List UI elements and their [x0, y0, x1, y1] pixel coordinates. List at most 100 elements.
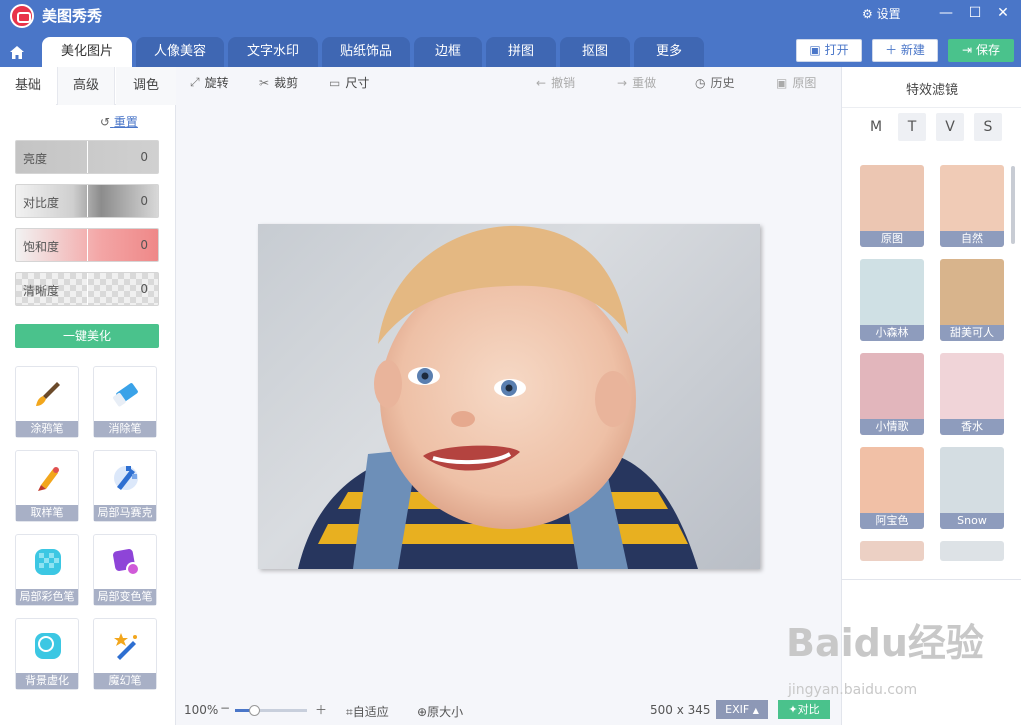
filter-sweet[interactable]: 甜美可人	[940, 259, 1004, 341]
mosaic-pen-icon	[114, 466, 138, 490]
tab-collage[interactable]: 拼图	[486, 37, 556, 67]
zoom-slider-handle[interactable]	[249, 705, 260, 716]
slider-value: 0	[140, 150, 148, 164]
brightness-slider[interactable]: 亮度 0	[15, 140, 159, 174]
tab-stickers[interactable]: 贴纸饰品	[322, 37, 410, 67]
history-button[interactable]: ◷ 历史	[695, 74, 735, 91]
recolor-pen-tool[interactable]: 局部变色笔	[93, 534, 157, 606]
left-tabs: 基础 高级 调色	[0, 67, 176, 105]
doodle-pen-tool[interactable]: 涂鸦笔	[15, 366, 79, 438]
filter-abao[interactable]: 阿宝色	[860, 447, 924, 529]
filter-snow[interactable]: Snow	[940, 447, 1004, 529]
eraser-pen-tool[interactable]: 消除笔	[93, 366, 157, 438]
rotate-icon: ⤢	[190, 75, 200, 89]
fit-button[interactable]: ⌗自适应	[346, 703, 389, 720]
filter-label: 甜美可人	[940, 325, 1004, 341]
tool-label: 背景虚化	[16, 673, 78, 689]
reset-link[interactable]: ↺ 重置	[100, 113, 138, 130]
original-button[interactable]: ▣ 原图	[776, 74, 816, 91]
background-blur-tool[interactable]: 背景虚化	[15, 618, 79, 690]
filter-tab-v[interactable]: V	[936, 113, 964, 141]
actual-size-button[interactable]: ⊕原大小	[417, 703, 463, 720]
crop-button[interactable]: ✂ 裁剪	[259, 74, 298, 91]
zoom-level: 100%	[184, 703, 219, 717]
actual-size-label: 原大小	[427, 705, 464, 719]
filter-label: 阿宝色	[860, 513, 924, 529]
settings-button[interactable]: ⚙ 设置	[862, 5, 901, 22]
filter-perfume[interactable]: 香水	[940, 353, 1004, 435]
bottom-bar: 100% − ＋ ⌗自适应 ⊕原大小 500 x 345 EXIF ▲ ✦对比	[176, 697, 841, 725]
compare-button[interactable]: ✦对比	[778, 700, 830, 719]
tool-label: 消除笔	[94, 421, 156, 437]
color-pen-icon	[35, 549, 61, 575]
filter-label: 香水	[940, 419, 1004, 435]
zoom-out-button[interactable]: −	[220, 701, 230, 715]
contrast-slider[interactable]: 对比度 0	[15, 184, 159, 218]
saturation-slider[interactable]: 饱和度 0	[15, 228, 159, 262]
refresh-icon: ↺	[100, 115, 111, 129]
filter-forest[interactable]: 小森林	[860, 259, 924, 341]
zoom-in-button[interactable]: ＋	[315, 701, 327, 718]
filter-tab-t[interactable]: T	[898, 113, 926, 141]
sample-pen-tool[interactable]: 取样笔	[15, 450, 79, 522]
crop-label: 裁剪	[274, 76, 299, 90]
zoom-slider-track[interactable]	[235, 705, 307, 716]
tab-beautify[interactable]: 美化图片	[42, 37, 132, 67]
gear-icon: ⚙	[862, 7, 873, 21]
sharpness-slider[interactable]: 清晰度 0	[15, 272, 159, 306]
tab-more[interactable]: 更多	[634, 37, 704, 67]
maximize-button[interactable]: ☐	[965, 5, 985, 21]
filter-natural[interactable]: 自然	[940, 165, 1004, 247]
image-icon: ▣	[776, 75, 788, 90]
resize-button[interactable]: ▭ 尺寸	[329, 74, 369, 91]
filter-original[interactable]: 原图	[860, 165, 924, 247]
exif-button[interactable]: EXIF ▲	[716, 700, 768, 719]
filters-scrollbar[interactable]	[1011, 166, 1015, 244]
app-title: 美图秀秀	[42, 7, 103, 25]
save-button[interactable]: ⇥ 保存	[948, 39, 1014, 62]
new-button[interactable]: ＋ 新建	[872, 39, 938, 62]
undo-button[interactable]: ← 撤销	[536, 74, 575, 91]
undo-arrow-icon: ←	[536, 75, 547, 90]
tab-advanced[interactable]: 高级	[57, 67, 115, 105]
slider-value: 0	[140, 282, 148, 296]
magic-pen-tool[interactable]: 魔幻笔	[93, 618, 157, 690]
image-dimensions: 500 x 345	[650, 703, 711, 717]
settings-label: 设置	[876, 7, 901, 21]
filter-more-1[interactable]	[860, 541, 924, 561]
tool-label: 魔幻笔	[94, 673, 156, 689]
filter-tab-m[interactable]: M	[862, 113, 890, 141]
redo-button[interactable]: → 重做	[617, 74, 656, 91]
tab-basic[interactable]: 基础	[0, 67, 56, 105]
tab-portrait[interactable]: 人像美容	[136, 37, 224, 67]
filters-title: 特效滤镜	[905, 83, 958, 98]
filter-tab-s[interactable]: S	[974, 113, 1002, 141]
tab-border[interactable]: 边框	[414, 37, 482, 67]
one-key-beautify-button[interactable]: 一键美化	[15, 324, 159, 348]
scissors-icon: ✂	[259, 75, 270, 90]
color-pen-tool[interactable]: 局部彩色笔	[15, 534, 79, 606]
watermark-logo: Baidu经验	[786, 621, 984, 665]
tab-cutout[interactable]: 抠图	[560, 37, 630, 67]
undo-label: 撤销	[551, 76, 576, 90]
tab-color[interactable]: 调色	[116, 67, 176, 105]
open-button[interactable]: ▣ 打开	[796, 39, 862, 62]
slider-value: 0	[140, 194, 148, 208]
plus-icon: ＋	[885, 43, 898, 57]
redo-label: 重做	[632, 76, 657, 90]
minimize-button[interactable]: —	[936, 5, 956, 21]
home-button[interactable]	[0, 37, 34, 67]
slider-label: 饱和度	[23, 240, 60, 254]
tool-label: 局部马赛克	[94, 505, 156, 521]
filter-love-song[interactable]: 小情歌	[860, 353, 924, 435]
rotate-button[interactable]: ⤢ 旋转	[190, 74, 229, 91]
reset-label: 重置	[113, 115, 138, 129]
new-label: 新建	[900, 43, 925, 57]
sample-brush-icon	[38, 467, 59, 491]
close-button[interactable]: ✕	[993, 5, 1013, 21]
mosaic-tool[interactable]: 局部马赛克	[93, 450, 157, 522]
tab-text-watermark[interactable]: 文字水印	[228, 37, 318, 67]
photo-canvas[interactable]	[258, 224, 760, 569]
caret-up-icon: ▲	[752, 706, 759, 715]
filter-more-2[interactable]	[940, 541, 1004, 561]
